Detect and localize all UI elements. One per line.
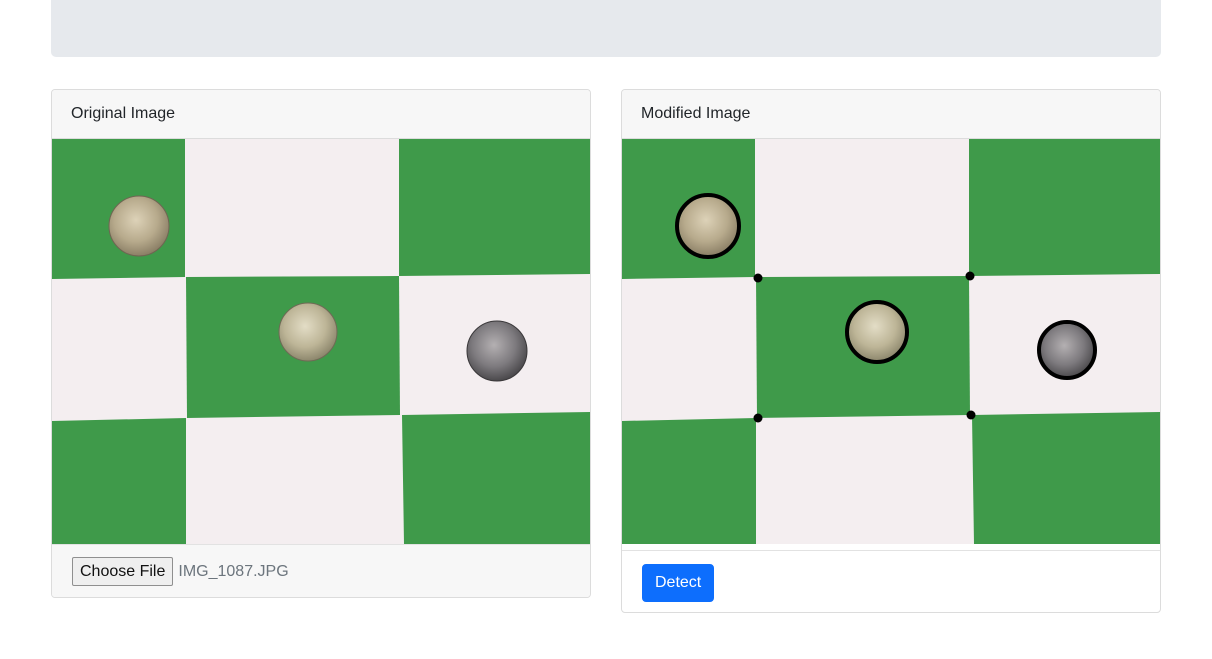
detect-actions: Detect [622,550,1160,612]
choose-file-button[interactable]: Choose File [72,557,174,586]
detect-button[interactable]: Detect [642,564,715,602]
header-banner [51,0,1161,57]
file-picker: Choose File IMG_1087.JPG [52,544,590,597]
selected-file-name: IMG_1087.JPG [178,562,289,580]
modified-image-card: Modified Image Detect [621,89,1161,613]
original-image-title: Original Image [52,90,590,139]
original-image-card: Original Image Choose File IMG_1087.JPG [51,89,591,598]
original-image [52,139,590,544]
modified-image-title: Modified Image [622,90,1160,139]
modified-image [622,139,1160,544]
